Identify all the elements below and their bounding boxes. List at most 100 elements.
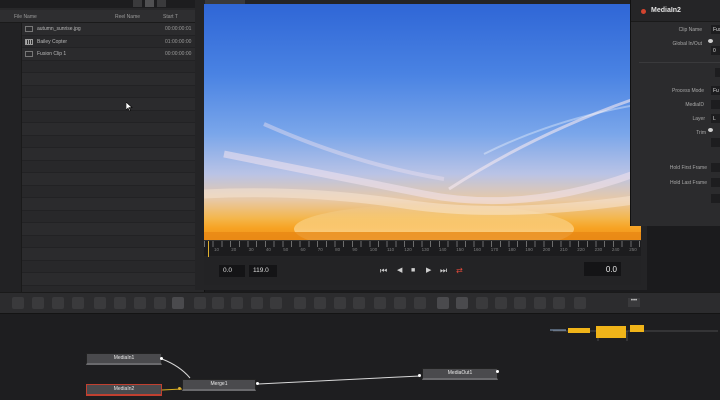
- ruler-label: 50: [283, 247, 289, 252]
- camera-icon[interactable]: [414, 297, 426, 309]
- output-port[interactable]: [160, 357, 163, 360]
- thumbnail-view-icon[interactable]: [133, 0, 142, 7]
- input-port[interactable]: [418, 374, 421, 377]
- renderer3d-icon[interactable]: [495, 297, 507, 309]
- transport-bar: 0.0 119.0 ⏮ ◀ ■ ▶ ⏭ ⇄ 0.0: [204, 257, 641, 285]
- image-plane-icon[interactable]: [514, 297, 526, 309]
- clip-name-field[interactable]: Fusio: [711, 25, 720, 34]
- render-start-time[interactable]: 0.0: [219, 265, 245, 277]
- merge3d-icon[interactable]: [456, 297, 468, 309]
- inspector-node-name: MediaIn2: [651, 7, 681, 14]
- output-port[interactable]: [256, 382, 259, 385]
- node-merge1[interactable]: Merge1: [182, 379, 256, 391]
- ruler-label: 10: [214, 247, 220, 252]
- list-item[interactable]: Fusion Clip 1 00:00:00:00: [22, 48, 205, 61]
- inspector-panel: MediaIn2 Clip Name Fusio Global In/Out 0…: [630, 0, 720, 226]
- fog-icon[interactable]: [534, 297, 546, 309]
- node-mediaout1[interactable]: MediaOut1: [422, 368, 498, 380]
- output-port[interactable]: [496, 370, 499, 373]
- merge-tool-icon[interactable]: [94, 297, 106, 309]
- hold-last-frame-field[interactable]: [711, 178, 720, 187]
- fx-icon[interactable]: [574, 297, 586, 309]
- column-file-name[interactable]: File Name: [14, 14, 37, 20]
- viewer-image[interactable]: [204, 4, 641, 240]
- media-id-field[interactable]: [711, 100, 720, 109]
- time-ruler[interactable]: 10 20 30 40 50 60 70 80 90 100 110 120 130 140 150 160 1…: [204, 240, 641, 257]
- global-in-out-slider-handle[interactable]: [708, 39, 713, 43]
- ruler-label: 60: [300, 247, 306, 252]
- divider: [639, 62, 720, 63]
- keyframe-bar[interactable]: [630, 325, 644, 332]
- list-item: [22, 161, 205, 173]
- list-item: [22, 236, 205, 248]
- node-mediain2[interactable]: MediaIn2: [86, 384, 162, 396]
- first-frame-icon[interactable]: ⏮: [380, 267, 387, 275]
- node-editor[interactable]: MediaIn1 MediaIn2 Merge1 MediaOut1: [0, 314, 720, 400]
- brightness-tool-icon[interactable]: [154, 297, 166, 309]
- layer-select[interactable]: L: [711, 114, 720, 123]
- list-item: [22, 186, 205, 198]
- list-item[interactable]: autumn_sunrise.jpg 00:00:00:01: [22, 23, 205, 36]
- process-mode-select[interactable]: Fu: [711, 86, 720, 95]
- ruler-label: 80: [335, 247, 341, 252]
- reset-icon[interactable]: [715, 68, 720, 77]
- ruler-label: 230: [594, 247, 603, 252]
- ruler-label: 220: [577, 247, 585, 252]
- square-icon[interactable]: [294, 297, 306, 309]
- last-frame-icon[interactable]: ⏭: [440, 267, 447, 275]
- play-reverse-icon[interactable]: ◀: [397, 267, 402, 275]
- ruler-label: 110: [387, 247, 395, 252]
- shape-icon[interactable]: [334, 297, 346, 309]
- playhead[interactable]: [208, 241, 209, 257]
- field-label-hold-last-frame: Hold Last Frame: [670, 180, 707, 186]
- ruler-label: 170: [490, 247, 499, 252]
- ruler-label: 150: [456, 247, 464, 252]
- ellipse-mask-icon[interactable]: [231, 297, 243, 309]
- keyframe-bar[interactable]: [596, 326, 626, 338]
- spotlight-icon[interactable]: [553, 297, 565, 309]
- trim-slider-handle[interactable]: [708, 128, 713, 132]
- text3d-icon[interactable]: [394, 297, 406, 309]
- brush-tool-icon[interactable]: [72, 297, 84, 309]
- list-item[interactable]: Bailey Copter 01:00:00:00: [22, 36, 205, 48]
- sort-icon[interactable]: [157, 0, 166, 7]
- background-tool-icon[interactable]: [12, 297, 24, 309]
- ruler-label: 70: [317, 247, 323, 252]
- trim-field[interactable]: [711, 138, 720, 147]
- polygon-mask-icon[interactable]: [251, 297, 263, 309]
- input-port[interactable]: [178, 387, 181, 390]
- paint-tool-icon[interactable]: [32, 297, 44, 309]
- ruler-label: 20: [231, 247, 237, 252]
- stop-icon[interactable]: ■: [411, 267, 415, 275]
- render-end-time[interactable]: 119.0: [249, 265, 277, 277]
- loop-icon[interactable]: ⇄: [456, 267, 463, 275]
- particle-icon[interactable]: [374, 297, 386, 309]
- play-forward-icon[interactable]: ▶: [426, 267, 431, 275]
- current-time[interactable]: 0.0: [584, 262, 621, 276]
- column-reel-name[interactable]: Reel Name: [115, 14, 140, 20]
- node-mediain1[interactable]: MediaIn1: [86, 353, 162, 365]
- bspline-mask-icon[interactable]: [270, 297, 282, 309]
- shape3d-icon[interactable]: [437, 297, 449, 309]
- column-start-tc[interactable]: Start T: [163, 14, 178, 20]
- polygon-tool-icon[interactable]: [134, 297, 146, 309]
- color-corrector-icon[interactable]: [172, 297, 184, 309]
- extra-field[interactable]: [711, 194, 720, 203]
- clip-timecode: 00:00:00:00: [165, 51, 192, 57]
- curve-icon[interactable]: [353, 297, 365, 309]
- list-view-icon[interactable]: [145, 0, 154, 7]
- hold-first-frame-field[interactable]: [711, 163, 720, 172]
- node-color-icon: [641, 9, 646, 14]
- more-tools-button[interactable]: •••: [628, 298, 640, 307]
- light-icon[interactable]: [476, 297, 488, 309]
- blur-tool-icon[interactable]: [194, 297, 206, 309]
- pen-tool-icon[interactable]: [114, 297, 126, 309]
- rectangle-mask-icon[interactable]: [212, 297, 224, 309]
- viewer: 10 20 30 40 50 60 70 80 90 100 110 120 130 140 150 160 1…: [195, 0, 647, 290]
- circle-icon[interactable]: [314, 297, 326, 309]
- list-item: [22, 198, 205, 211]
- list-item: [22, 211, 205, 223]
- text-tool-icon[interactable]: [52, 297, 64, 309]
- keyframe-bar[interactable]: [568, 328, 590, 333]
- global-in-out-field[interactable]: 0: [711, 46, 720, 55]
